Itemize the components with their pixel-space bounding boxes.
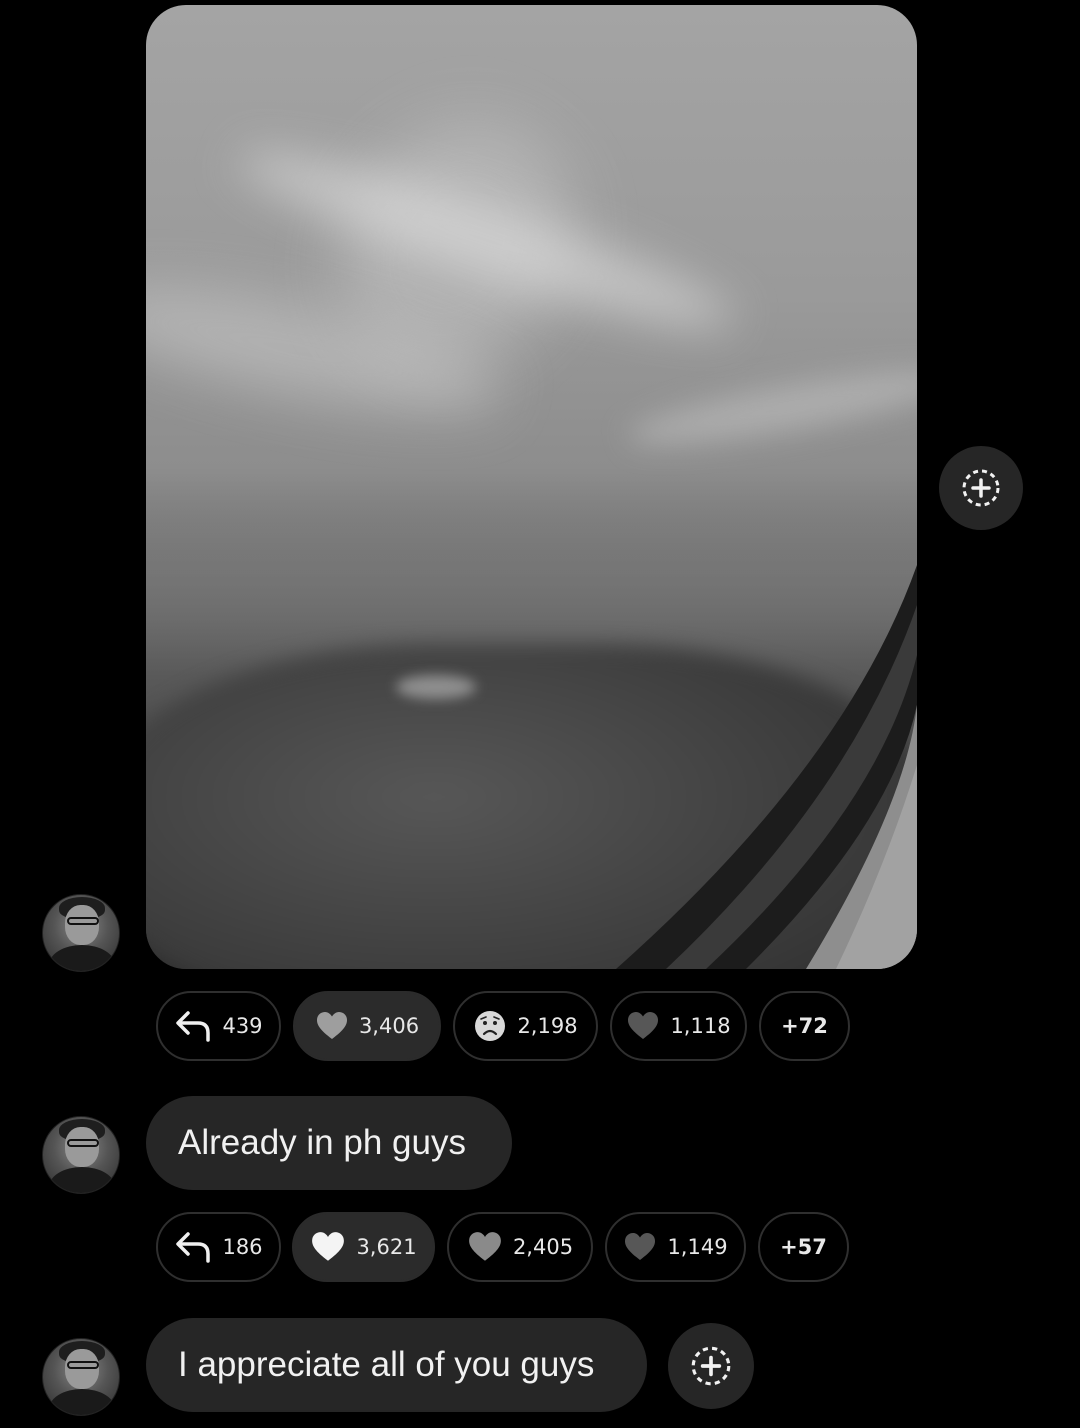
grey-heart-icon — [469, 1232, 501, 1261]
add-reaction-button[interactable] — [939, 446, 1023, 530]
reaction-sad-count: 2,198 — [517, 1014, 578, 1038]
reaction-heart-count: 3,406 — [358, 1014, 420, 1038]
message-bubble[interactable]: Already in ph guys — [146, 1096, 512, 1190]
reaction-black-heart-count: 1,118 — [670, 1014, 731, 1038]
black-heart-icon — [625, 1233, 656, 1260]
reaction-heart-count: 3,621 — [356, 1235, 417, 1259]
message-text: I appreciate all of you guys — [178, 1345, 595, 1384]
reply-count-button[interactable]: 186 — [156, 1212, 281, 1282]
reply-count-button[interactable]: 439 — [156, 991, 281, 1061]
sender-avatar[interactable] — [42, 1338, 120, 1416]
heart-icon — [316, 1012, 347, 1039]
reply-count: 439 — [222, 1014, 263, 1038]
reaction-sad[interactable]: 2,198 — [453, 991, 598, 1061]
reply-arrow-icon — [176, 1232, 211, 1263]
reaction-heart[interactable]: 3,406 — [293, 991, 441, 1061]
more-reactions-count: +72 — [781, 1014, 828, 1038]
sender-avatar[interactable] — [42, 894, 120, 972]
message-bubble[interactable]: I appreciate all of you guys — [146, 1318, 647, 1412]
reaction-heart[interactable]: 3,621 — [292, 1212, 435, 1282]
more-reactions-count: +57 — [780, 1235, 827, 1259]
reply-count: 186 — [222, 1235, 263, 1259]
reaction-grey-heart-count: 2,405 — [512, 1235, 574, 1259]
reply-arrow-icon — [176, 1011, 211, 1042]
reaction-black-heart[interactable]: 1,149 — [605, 1212, 746, 1282]
heart-icon — [312, 1232, 345, 1261]
reaction-black-heart[interactable]: 1,118 — [610, 991, 747, 1061]
shared-photo-airplane-window[interactable] — [146, 5, 917, 969]
reaction-grey-heart[interactable]: 2,405 — [447, 1212, 593, 1282]
reaction-black-heart-count: 1,149 — [667, 1235, 728, 1259]
black-heart-icon — [628, 1012, 659, 1039]
add-reaction-icon — [962, 469, 1000, 507]
more-reactions-button[interactable]: +57 — [758, 1212, 849, 1282]
add-reaction-icon — [691, 1346, 731, 1386]
add-reaction-button[interactable] — [668, 1323, 754, 1409]
sad-face-icon — [475, 1011, 506, 1041]
sender-avatar[interactable] — [42, 1116, 120, 1194]
message-text: Already in ph guys — [178, 1123, 466, 1162]
more-reactions-button[interactable]: +72 — [759, 991, 850, 1061]
